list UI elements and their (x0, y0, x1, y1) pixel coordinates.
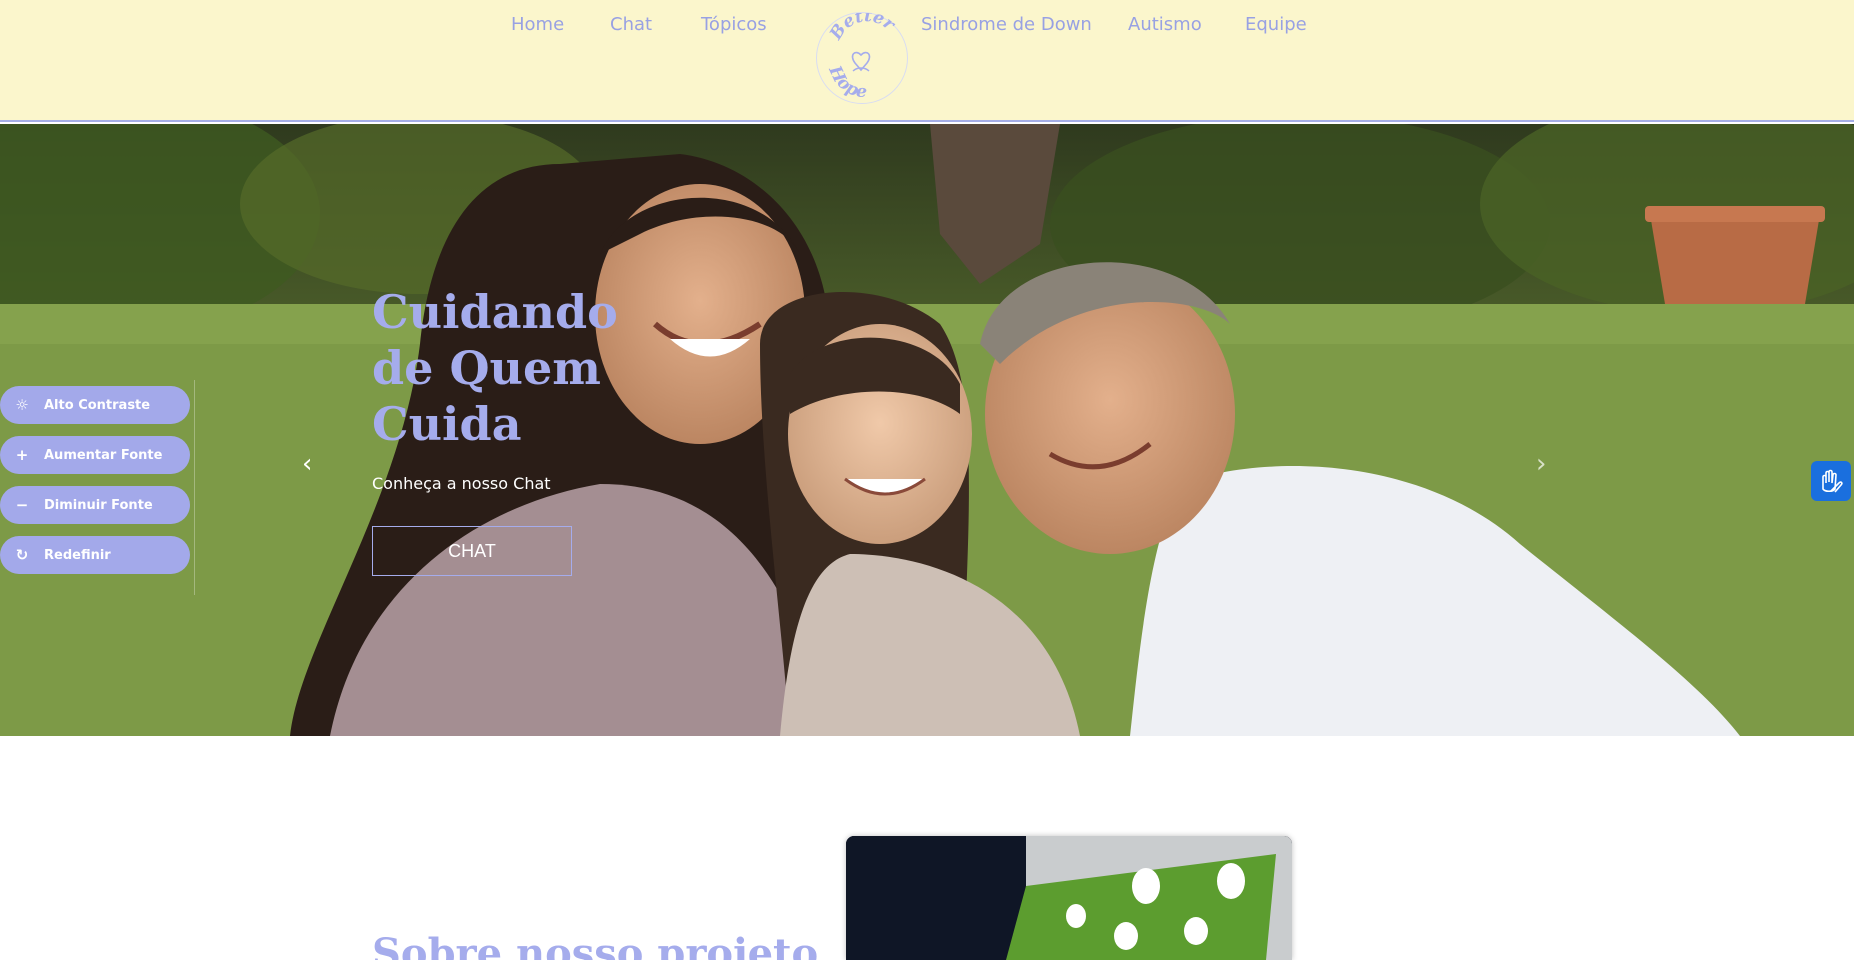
about-title: Sobre nosso projeto (372, 930, 819, 960)
chat-button[interactable]: CHAT (372, 526, 572, 576)
refresh-icon: ↻ (15, 546, 29, 564)
nav-sindrome-de-down[interactable]: Sindrome de Down (921, 14, 1092, 35)
plus-icon: + (15, 446, 29, 464)
hero-photo (0, 124, 1854, 736)
chevron-left-icon[interactable]: ‹ (302, 449, 312, 479)
decrease-font-button[interactable]: − Diminuir Fonte (0, 486, 190, 524)
chevron-right-icon[interactable]: › (1536, 449, 1546, 479)
hero-title-line-2: de Quem (372, 341, 601, 395)
hero-subtitle: Conheça a nosso Chat (372, 474, 551, 493)
increase-font-label: Aumentar Fonte (44, 447, 163, 463)
nav-home[interactable]: Home (511, 14, 564, 35)
decrease-font-label: Diminuir Fonte (44, 497, 153, 513)
svg-text:Better: Better (826, 13, 900, 44)
nav-autismo[interactable]: Autismo (1128, 14, 1202, 35)
about-image (846, 836, 1292, 960)
site-header: Home Chat Tópicos Better Hope Sindrome d… (0, 0, 1854, 122)
logo[interactable]: Better Hope (816, 12, 908, 104)
logo-emblem: Better Hope (824, 13, 900, 102)
accessibility-panel: ☼ Alto Contraste + Aumentar Fonte − Dimi… (0, 380, 195, 595)
high-contrast-label: Alto Contraste (44, 397, 151, 413)
nav-chat[interactable]: Chat (610, 14, 652, 35)
hero-title-line-3: Cuida (372, 397, 522, 451)
increase-font-button[interactable]: + Aumentar Fonte (0, 436, 190, 474)
minus-icon: − (15, 496, 29, 514)
high-contrast-button[interactable]: ☼ Alto Contraste (0, 386, 190, 424)
nav-equipe[interactable]: Equipe (1245, 14, 1307, 35)
sign-language-icon (1822, 469, 1843, 493)
sign-language-button[interactable] (1811, 461, 1851, 501)
about-photo (846, 836, 1292, 960)
nav-topicos[interactable]: Tópicos (701, 14, 767, 35)
hero-title: Cuidando de Quem Cuida (372, 284, 632, 452)
reset-label: Redefinir (44, 547, 111, 563)
contrast-icon: ☼ (15, 396, 29, 414)
hero-title-line-1: Cuidando (372, 285, 618, 339)
hero-carousel: Cuidando de Quem Cuida Conheça a nosso C… (0, 124, 1854, 736)
reset-button[interactable]: ↻ Redefinir (0, 536, 190, 574)
